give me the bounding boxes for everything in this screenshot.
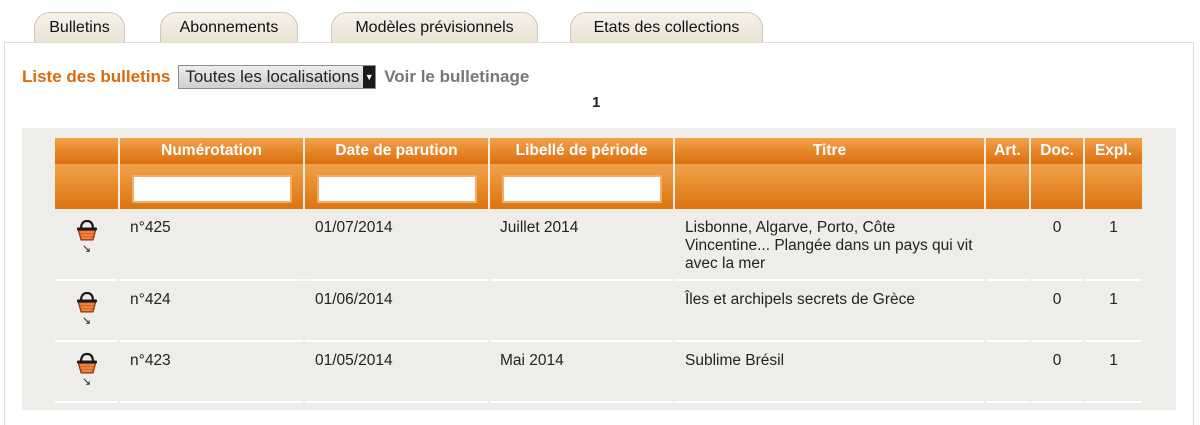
filter-cell xyxy=(305,164,488,209)
cell-expl: 1 xyxy=(1085,281,1142,342)
basket-icon[interactable] xyxy=(76,352,98,376)
filter-row xyxy=(55,164,1142,209)
page-number[interactable]: 1 xyxy=(592,94,600,111)
cell-numerotation: n°424 xyxy=(120,281,303,342)
filter-cell-empty xyxy=(986,164,1029,209)
filter-cell xyxy=(120,164,303,209)
cell-numerotation: n°425 xyxy=(120,209,303,281)
cell-numerotation: n°423 xyxy=(120,342,303,403)
header-numerotation[interactable]: Numérotation xyxy=(120,138,303,164)
table-row[interactable]: ↘ n°425 01/07/2014 Juillet 2014 Lisbonne… xyxy=(55,209,1142,281)
bulletins-table: Numérotation Date de parution Libellé de… xyxy=(53,138,1144,403)
location-select[interactable]: Toutes les localisations ▼ xyxy=(178,65,377,89)
arrow-down-right-icon: ↘ xyxy=(81,243,92,255)
cell-periode: Mai 2014 xyxy=(490,342,673,403)
cell-art xyxy=(986,209,1029,281)
header-date-parution[interactable]: Date de parution xyxy=(305,138,488,164)
arrow-down-right-icon: ↘ xyxy=(81,315,92,327)
panel-border-left xyxy=(4,42,5,425)
cell-periode: Juillet 2014 xyxy=(490,209,673,281)
table-row[interactable]: ↘ n°424 01/06/2014 Îles et archipels sec… xyxy=(55,281,1142,342)
filter-periode-input[interactable] xyxy=(501,174,662,203)
tab-modeles-previsionnels[interactable]: Modèles prévisionnels xyxy=(331,12,538,43)
cell-date: 01/05/2014 xyxy=(305,342,488,403)
filter-cell xyxy=(490,164,673,209)
filter-cell-empty xyxy=(1085,164,1142,209)
panel-border-right xyxy=(1193,42,1194,425)
header-titre[interactable]: Titre xyxy=(675,138,984,164)
basket-icon[interactable] xyxy=(76,291,98,315)
cell-doc: 0 xyxy=(1031,281,1083,342)
table-row[interactable]: ↘ n°423 01/05/2014 Mai 2014 Sublime Brés… xyxy=(55,342,1142,403)
cell-art xyxy=(986,281,1029,342)
dropdown-arrow-icon: ▼ xyxy=(363,66,376,88)
tab-abonnements[interactable]: Abonnements xyxy=(160,12,298,43)
filter-cell-empty xyxy=(55,164,118,209)
cell-titre: Lisbonne, Algarve, Porto, Côte Vincentin… xyxy=(675,209,984,281)
tab-etats-des-collections[interactable]: Etats des collections xyxy=(570,12,763,43)
cell-titre: Îles et archipels secrets de Grèce xyxy=(675,281,984,342)
row-action-cell: ↘ xyxy=(55,281,118,342)
header-doc[interactable]: Doc. xyxy=(1031,138,1083,164)
filter-date-input[interactable] xyxy=(316,174,477,203)
location-select-value: Toutes les localisations xyxy=(185,67,360,86)
header-art[interactable]: Art. xyxy=(986,138,1029,164)
filter-cell-empty xyxy=(1031,164,1083,209)
cell-doc: 0 xyxy=(1031,209,1083,281)
header-icon-column xyxy=(55,138,118,164)
list-header: Liste des bulletins Toutes les localisat… xyxy=(22,64,529,90)
row-action-cell: ↘ xyxy=(55,209,118,281)
basket-icon[interactable] xyxy=(76,219,98,243)
list-title: Liste des bulletins xyxy=(22,67,171,86)
voir-bulletinage-link[interactable]: Voir le bulletinage xyxy=(384,67,529,87)
cell-date: 01/07/2014 xyxy=(305,209,488,281)
header-libelle-periode[interactable]: Libellé de période xyxy=(490,138,673,164)
header-expl[interactable]: Expl. xyxy=(1085,138,1142,164)
filter-numerotation-input[interactable] xyxy=(131,174,292,203)
cell-expl: 1 xyxy=(1085,209,1142,281)
row-action-cell: ↘ xyxy=(55,342,118,403)
arrow-down-right-icon: ↘ xyxy=(81,376,92,388)
cell-titre: Sublime Brésil xyxy=(675,342,984,403)
cell-doc: 0 xyxy=(1031,342,1083,403)
filter-cell-empty xyxy=(675,164,984,209)
tab-bulletins[interactable]: Bulletins xyxy=(34,12,125,43)
cell-periode xyxy=(490,281,673,342)
cell-date: 01/06/2014 xyxy=(305,281,488,342)
tab-bar: Bulletins Abonnements Modèles prévisionn… xyxy=(0,0,1200,44)
cell-expl: 1 xyxy=(1085,342,1142,403)
cell-art xyxy=(986,342,1029,403)
divider xyxy=(4,42,1194,43)
